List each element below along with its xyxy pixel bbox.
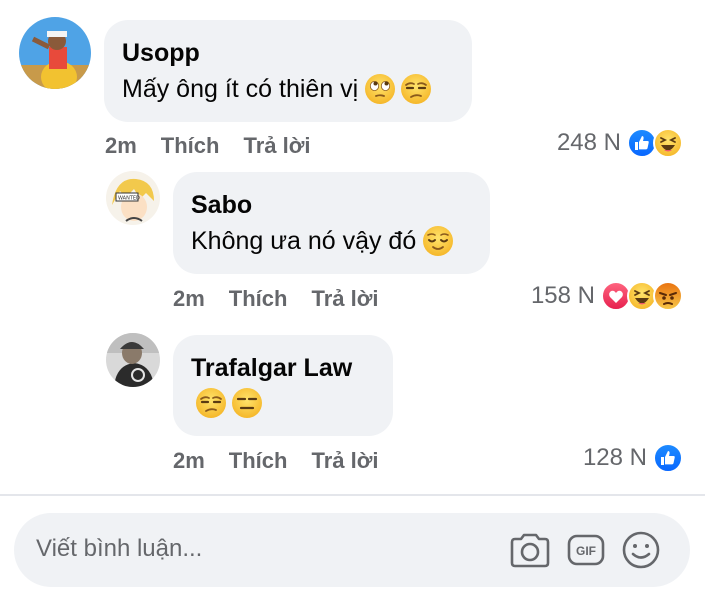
avatar-sabo[interactable]: WANTED <box>106 171 160 225</box>
reaction-count: 248 N <box>556 129 621 156</box>
reaction-count: 128 N <box>582 444 647 471</box>
comment-text: Không ưa nó vậy đó <box>191 224 472 258</box>
comment-author[interactable]: Usopp <box>122 38 454 68</box>
comment-actions-trafalgar-law: 2m Thích Trả lời <box>173 448 402 474</box>
reply-link[interactable]: Trả lời <box>311 286 378 312</box>
reaction-icons <box>601 281 683 311</box>
gif-icon[interactable]: GIF <box>566 530 606 570</box>
like-link[interactable]: Thích <box>161 133 220 159</box>
like-link[interactable]: Thích <box>229 448 288 474</box>
face-with-rolling-eyes-emoji <box>365 74 396 104</box>
comment-composer[interactable]: Viết bình luận... GIF <box>14 513 690 587</box>
section-divider <box>0 494 705 496</box>
comment-time[interactable]: 2m <box>173 448 205 474</box>
comment-time[interactable]: 2m <box>173 286 205 312</box>
comment-body: Không ưa nó vậy đó <box>191 227 417 255</box>
emoji-icon[interactable] <box>620 529 662 571</box>
avatar-sabo-image: WANTED <box>106 171 160 225</box>
comment-bubble-trafalgar-law[interactable]: Trafalgar Law <box>173 335 393 436</box>
reaction-summary-usopp[interactable]: 248 N <box>557 128 683 158</box>
svg-text:WANTED: WANTED <box>118 196 140 202</box>
comment-author[interactable]: Trafalgar Law <box>191 353 375 383</box>
gif-label: GIF <box>576 544 596 558</box>
avatar-trafalgar-law[interactable] <box>106 333 160 387</box>
comment-input[interactable]: Viết bình luận... <box>36 535 202 563</box>
avatar-usopp[interactable] <box>19 17 91 89</box>
camera-icon[interactable] <box>508 530 552 570</box>
reaction-summary-trafalgar-law[interactable]: 128 N <box>583 443 683 473</box>
reply-link[interactable]: Trả lời <box>243 133 310 159</box>
avatar-trafalgar-law-image <box>106 333 160 387</box>
comment-time[interactable]: 2m <box>105 133 137 159</box>
reaction-icons <box>627 128 683 158</box>
comment-author[interactable]: Sabo <box>191 190 472 220</box>
comment-bubble-usopp[interactable]: Usopp Mấy ông ít có thiên vị <box>104 20 472 122</box>
comment-bubble-sabo[interactable]: Sabo Không ưa nó vậy đó <box>173 172 490 274</box>
reaction-summary-sabo[interactable]: 158 N <box>531 281 683 311</box>
reaction-icons <box>653 443 683 473</box>
like-link[interactable]: Thích <box>229 286 288 312</box>
comment-text: Mấy ông ít có thiên vị <box>122 72 454 106</box>
angry-icon <box>653 281 683 311</box>
expressionless-face-emoji <box>232 388 262 418</box>
haha-icon <box>653 128 683 158</box>
relieved-face-emoji <box>423 226 454 256</box>
avatar-usopp-image <box>19 17 91 89</box>
reaction-count: 158 N <box>530 282 595 309</box>
comment-actions-usopp: 2m Thích Trả lời <box>105 133 334 159</box>
comment-actions-sabo: 2m Thích Trả lời <box>173 286 402 312</box>
reply-link[interactable]: Trả lời <box>311 448 378 474</box>
unamused-face-emoji <box>401 74 432 104</box>
unamused-face-emoji <box>196 388 226 418</box>
like-icon <box>653 443 683 473</box>
comment-text <box>191 387 375 419</box>
comment-body: Mấy ông ít có thiên vị <box>122 75 359 103</box>
